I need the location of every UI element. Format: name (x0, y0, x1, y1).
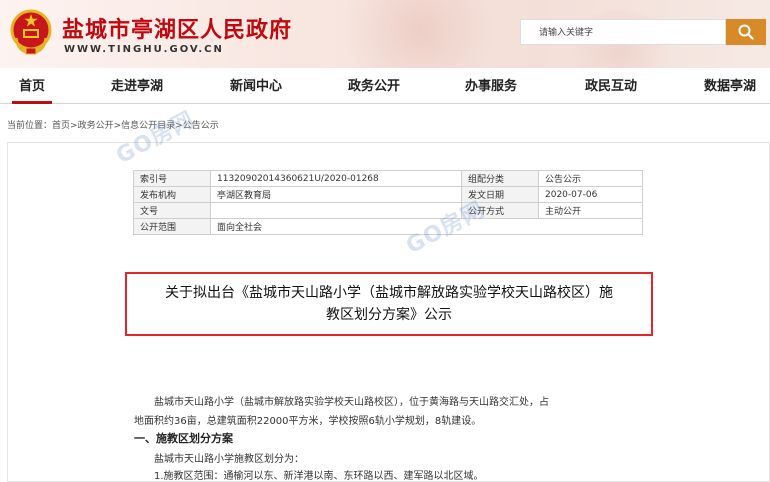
paragraph-line: 1.施教区范围：通榆河以东、新洋港以南、东环路以西、建军路以北区域。 (154, 471, 484, 482)
breadcrumb-link-gov-affairs[interactable]: 政务公开 (78, 121, 114, 131)
meta-value: 主动公开 (538, 202, 643, 219)
breadcrumb-separator: > (113, 121, 122, 131)
paragraph-line: 盐城市天山路小学施教区划分为： (154, 454, 304, 465)
breadcrumb-prefix: 当前位置： (7, 121, 53, 131)
table-row: 公开范围 面向全社会 (133, 218, 643, 235)
article-title-line: 关于拟出台《盐城市天山路小学（盐城市解放路实验学校天山路校区）施 (165, 285, 613, 301)
nav-item-data[interactable]: 数据亭湖 (695, 68, 765, 104)
meta-label: 发布机构 (133, 186, 211, 203)
article-title: 关于拟出台《盐城市天山路小学（盐城市解放路实验学校天山路校区）施 教区划分方案》… (128, 282, 650, 326)
meta-value: 公告公示 (538, 170, 643, 187)
table-row: 文号 公开方式 主动公开 (133, 202, 643, 219)
table-row: 发布机构 亭湖区教育局 发文日期 2020-07-06 (133, 186, 643, 203)
site-header: 盐城市亭湖区人民政府 WWW.TINGHU.GOV.CN (0, 0, 770, 68)
national-emblem-icon[interactable] (8, 8, 54, 56)
search-icon (738, 24, 754, 40)
search-box (520, 19, 726, 45)
nav-item-services[interactable]: 办事服务 (456, 68, 526, 104)
breadcrumb-link-home[interactable]: 首页 (52, 121, 70, 131)
meta-value: 亭湖区教育局 (210, 186, 462, 203)
search-button[interactable] (726, 19, 766, 45)
nav-item-gov-affairs[interactable]: 政务公开 (339, 68, 409, 104)
table-row: 索引号 11320902014360621U/2020-01268 组配分类 公… (133, 170, 643, 187)
nav-item-home[interactable]: 首页 (12, 68, 52, 104)
meta-label: 索引号 (133, 170, 211, 187)
search-input[interactable] (521, 21, 725, 45)
meta-value: 11320902014360621U/2020-01268 (210, 170, 462, 187)
nav-item-about[interactable]: 走进亭湖 (102, 68, 172, 104)
breadcrumb-separator: > (70, 121, 78, 131)
meta-value: 2020-07-06 (538, 186, 643, 203)
meta-label: 文号 (133, 202, 211, 219)
paragraph-line: 地面积约36亩，总建筑面积22000平方米，学校按照6轨小学规划，8轨建设。 (134, 416, 482, 427)
metadata-table: 索引号 11320902014360621U/2020-01268 组配分类 公… (133, 170, 643, 235)
article-title-line: 教区划分方案》公示 (326, 307, 452, 323)
paragraph-line: 盐城市天山路小学（盐城市解放路实验学校天山路校区），位于黄海路与天山路交汇处，占 (154, 397, 549, 408)
meta-value (210, 202, 462, 219)
section-heading: 一、施教区划分方案 (134, 432, 233, 445)
site-domain: WWW.TINGHU.GOV.CN (64, 44, 224, 55)
meta-label: 公开范围 (133, 218, 211, 235)
nav-item-interaction[interactable]: 政民互动 (576, 68, 646, 104)
main-nav: 首页 走进亭湖 新闻中心 政务公开 办事服务 政民互动 数据亭湖 (0, 68, 770, 104)
nav-item-news[interactable]: 新闻中心 (221, 68, 291, 104)
site-title[interactable]: 盐城市亭湖区人民政府 (62, 12, 292, 44)
meta-label: 组配分类 (461, 170, 539, 187)
header-decoration (330, 0, 510, 68)
